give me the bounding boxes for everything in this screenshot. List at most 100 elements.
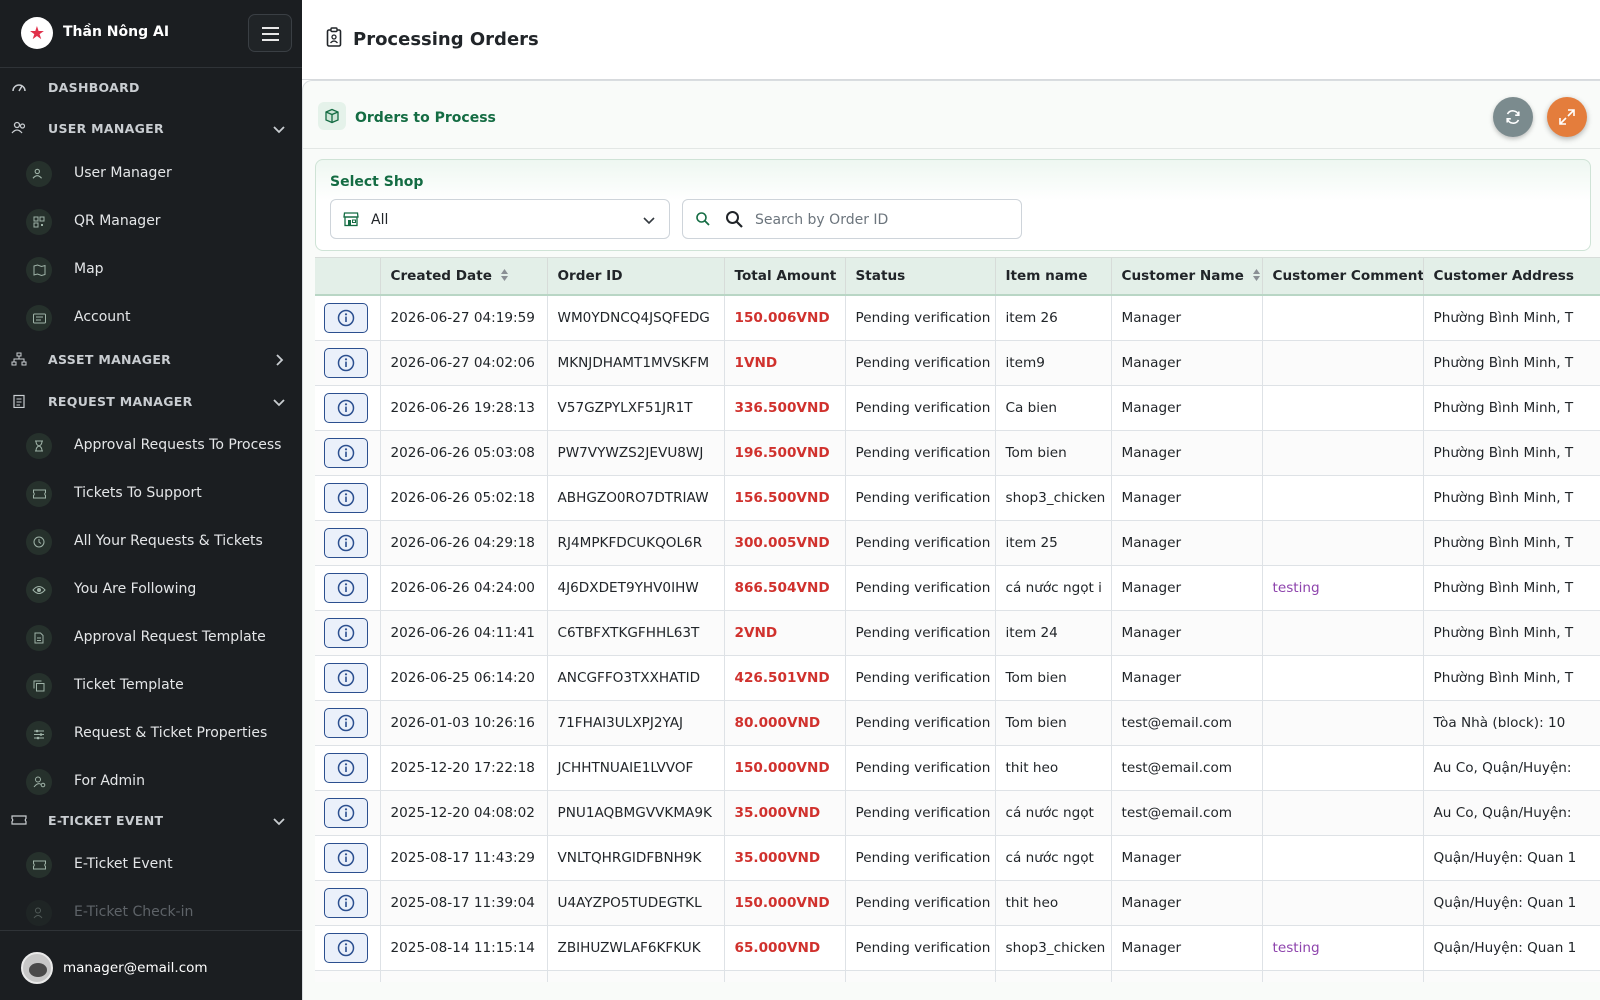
order-id-cell: WM0YDNCQ4JSQFEDG	[547, 295, 725, 341]
hourglass-icon	[26, 433, 52, 459]
order-details-button[interactable]	[324, 527, 368, 558]
amount-currency: VND	[743, 624, 778, 641]
customer-address-cell: Phường Bình Minh, T	[1423, 475, 1600, 521]
order-details-button[interactable]	[324, 482, 368, 513]
created-date-cell: 2026-06-26 19:28:13	[380, 385, 548, 431]
sidebar-section-user-manager[interactable]: USER MANAGER	[0, 109, 302, 147]
amount-currency: VND	[786, 849, 821, 866]
order-details-button[interactable]	[324, 752, 368, 783]
table-row: 2026-06-27 04:02:06 MKNJDHAMT1MVSKFM 1VND P…	[315, 340, 1600, 386]
total-amount-cell: 336.500VND	[724, 385, 846, 431]
row-actions-cell	[315, 745, 381, 791]
order-details-button[interactable]	[324, 932, 368, 963]
order-details-button[interactable]	[324, 707, 368, 738]
customer-address-cell: Au Co, Quận/Huyện:	[1423, 790, 1600, 836]
item-name-cell: item 25	[995, 520, 1112, 566]
sidebar-item-e-ticket-event[interactable]: E-Ticket Event	[0, 844, 302, 884]
page-header: Processing Orders	[302, 0, 1600, 80]
table-cell	[1262, 970, 1424, 982]
sidebar-nav: DASHBOARD USER MANAGER User Manager QR M…	[0, 68, 302, 930]
table-row: 2025-12-20 04:08:02 PNU1AQBMGVVKMA9K 35.00…	[315, 790, 1600, 836]
status-cell: Pending verification	[845, 565, 996, 611]
sidebar-section-label: E-TICKET EVENT	[48, 813, 164, 828]
sidebar-section-label: DASHBOARD	[48, 80, 140, 95]
sidebar-item-qr-manager[interactable]: QR Manager	[0, 201, 302, 241]
sidebar-item-label: Approval Requests To Process	[74, 437, 282, 453]
table-row: 2026-01-03 10:26:16 71FHAI3ULXPJ2YAJ 80.00…	[315, 700, 1600, 746]
order-details-button[interactable]	[324, 392, 368, 423]
column-header-customer-name[interactable]: Customer Name	[1111, 258, 1263, 296]
sidebar-item-request-ticket-properties[interactable]: Request & Ticket Properties	[0, 713, 302, 753]
order-details-button[interactable]	[324, 662, 368, 693]
order-details-button[interactable]	[324, 437, 368, 468]
info-icon	[337, 354, 355, 371]
search-input[interactable]	[755, 208, 1010, 232]
amount-currency: VND	[796, 759, 830, 776]
sidebar-item-you-are-following[interactable]: You Are Following	[0, 569, 302, 609]
sidebar-item-all-your-requests[interactable]: All Your Requests & Tickets	[0, 521, 302, 561]
app-logo[interactable]: ★	[21, 17, 53, 49]
sidebar-item-approval-request-template[interactable]: Approval Request Template	[0, 617, 302, 657]
orders-table: Created Date Order ID Total Amount Statu…	[315, 258, 1600, 982]
amount-value: 866.504	[734, 579, 797, 596]
sidebar: ★ Thần Nông AI DASHBOARD USER MANAGER Us…	[0, 0, 302, 1000]
sidebar-item-for-admin[interactable]: For Admin	[0, 761, 302, 801]
fullscreen-button[interactable]	[1547, 97, 1587, 137]
order-id-cell: U4AYZPO5TUDEGTKL	[547, 880, 725, 926]
sidebar-section-request-manager[interactable]: REQUEST MANAGER	[0, 382, 302, 420]
row-actions-cell	[315, 430, 381, 476]
table-cell	[547, 970, 725, 982]
menu-toggle-button[interactable]	[248, 14, 292, 52]
main-content: Processing Orders Orders to Process Sele…	[302, 0, 1600, 1000]
item-name-cell: Tom bien	[995, 430, 1112, 476]
sidebar-item-map[interactable]: Map	[0, 249, 302, 289]
item-name-cell: shop3_chicken	[995, 925, 1112, 971]
sidebar-section-dashboard[interactable]: DASHBOARD	[0, 68, 302, 106]
chevron-right-icon	[276, 354, 284, 366]
customer-address-cell: Phường Bình Minh, T	[1423, 520, 1600, 566]
order-details-button[interactable]	[324, 302, 368, 333]
order-search[interactable]	[682, 199, 1022, 239]
search-icon	[696, 212, 710, 226]
column-header-label: Customer Comment	[1272, 268, 1423, 284]
amount-value: 35.000	[734, 849, 787, 866]
column-header-label: Item name	[1005, 268, 1088, 284]
orders-table-container[interactable]: Created Date Order ID Total Amount Statu…	[315, 257, 1600, 982]
sidebar-item-account[interactable]: Account	[0, 297, 302, 337]
info-icon	[337, 759, 355, 776]
info-icon	[337, 579, 355, 596]
sidebar-section-e-ticket-event[interactable]: E-TICKET EVENT	[0, 801, 302, 839]
sidebar-item-tickets-to-support[interactable]: Tickets To Support	[0, 473, 302, 513]
table-row: 2026-06-26 05:03:08 PW7VYWZS2JEVU8WJ 196.5…	[315, 430, 1600, 476]
order-id-cell: VNLTQHRGIDFBNH9K	[547, 835, 725, 881]
sidebar-item-approval-requests-to-process[interactable]: Approval Requests To Process	[0, 425, 302, 465]
shop-select[interactable]: All	[330, 199, 670, 239]
order-details-button[interactable]	[324, 887, 368, 918]
sidebar-item-user-manager[interactable]: User Manager	[0, 153, 302, 193]
column-header-created-date[interactable]: Created Date	[380, 258, 548, 296]
users-icon	[11, 121, 26, 134]
order-details-button[interactable]	[324, 572, 368, 603]
amount-currency: VND	[743, 354, 778, 371]
customer-address-cell: Phường Bình Minh, T	[1423, 610, 1600, 656]
sidebar-item-label: Approval Request Template	[74, 629, 266, 645]
sidebar-item-e-ticket-check-in[interactable]: E-Ticket Check-in	[0, 892, 302, 930]
order-details-button[interactable]	[324, 797, 368, 828]
user-profile[interactable]: manager@email.com	[0, 930, 302, 1000]
order-details-button[interactable]	[324, 842, 368, 873]
order-id-cell: 4J6DXDET9YHV0IHW	[547, 565, 725, 611]
sidebar-item-label: For Admin	[74, 773, 145, 789]
order-details-button[interactable]	[324, 347, 368, 378]
sidebar-item-ticket-template[interactable]: Ticket Template	[0, 665, 302, 705]
refresh-button[interactable]	[1493, 97, 1533, 137]
order-details-button[interactable]	[324, 617, 368, 648]
amount-value: 80.000	[734, 714, 787, 731]
amount-value: 426.501	[734, 669, 797, 686]
column-header-label: Total Amount	[734, 268, 837, 284]
total-amount-cell: 866.504VND	[724, 565, 846, 611]
row-actions-cell	[315, 655, 381, 701]
table-row: 2026-06-26 05:02:18 ABHGZO0RO7DTRIAW 156.5…	[315, 475, 1600, 521]
clipboard-user-icon	[326, 27, 342, 47]
order-id-cell: V57GZPYLXF51JR1T	[547, 385, 725, 431]
sidebar-section-asset-manager[interactable]: ASSET MANAGER	[0, 340, 302, 378]
